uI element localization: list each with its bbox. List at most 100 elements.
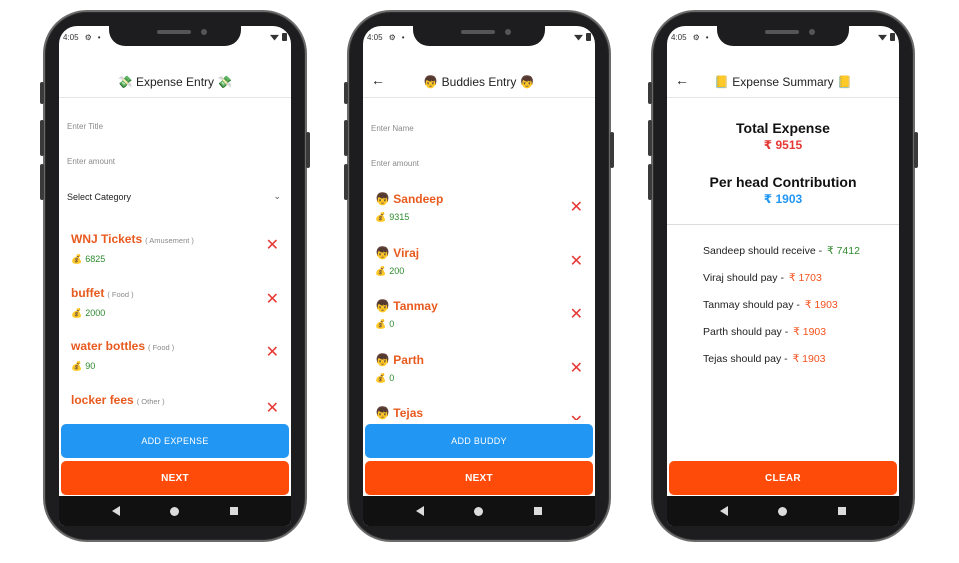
wifi-icon (270, 34, 279, 41)
expense-amount: 6825 (85, 254, 106, 264)
add-expense-button[interactable]: ADD EXPENSE (61, 424, 289, 458)
settlement-amount: ₹ 1903 (792, 353, 826, 365)
next-button[interactable]: NEXT (61, 461, 289, 495)
list-item: locker fees( Other ) ✕ (59, 383, 291, 423)
nav-back-icon[interactable] (112, 506, 121, 516)
volume-button (648, 120, 652, 156)
amount-input[interactable]: Enter amount (371, 149, 587, 179)
power-button (610, 132, 614, 168)
nav-home-icon[interactable] (778, 506, 788, 516)
money-bag-icon: 💰 (375, 319, 387, 329)
settings-icon: ⚙ (692, 32, 700, 42)
add-buddy-button[interactable]: ADD BUDDY (365, 424, 593, 458)
battery-icon (890, 33, 895, 41)
nav-recents-icon[interactable] (229, 507, 238, 515)
delete-icon[interactable]: ✕ (266, 238, 279, 254)
buddy-amount: 0 (389, 319, 395, 329)
buddy-name: 👦 Tanmay (375, 299, 438, 313)
total-expense-block: Total Expense ₹ 9515 (667, 120, 899, 152)
name-input[interactable]: Enter Name (371, 114, 587, 144)
expense-category: ( Amusement ) (145, 236, 194, 245)
volume-button (40, 164, 44, 200)
money-bag-icon: 💰 (375, 372, 387, 383)
nav-home-icon[interactable] (474, 506, 484, 516)
back-arrow-icon[interactable]: ← (371, 72, 385, 88)
settlement-amount: ₹ 7412 (827, 245, 860, 257)
expense-title: water bottles (71, 339, 146, 353)
expense-category: ( Food ) (148, 343, 175, 352)
app-bar: 💸 Expense Entry 💸 (59, 72, 291, 98)
list-item: 👦 Tejas ✕ (363, 398, 595, 420)
volume-button (40, 120, 44, 156)
settlement-row: Sandeep should receive - ₹ 7412 (703, 245, 899, 257)
list-item: water bottles( Food ) 💰 90 ✕ (59, 329, 291, 383)
status-time: 4:05 (671, 32, 687, 42)
delete-icon[interactable]: ✕ (570, 200, 583, 216)
amount-input[interactable]: Enter amount (67, 147, 283, 177)
phone-expense-summary: 4:05 ⚙ • ← 📒 Expense Summary 📒 Total Exp… (648, 10, 918, 542)
next-button[interactable]: NEXT (365, 461, 593, 495)
delete-icon[interactable]: ✕ (266, 291, 279, 308)
settlement-amount: ₹ 1903 (804, 299, 838, 311)
app-bar: ← 📒 Expense Summary 📒 (667, 72, 899, 98)
total-expense-value: ₹ 9515 (763, 138, 803, 152)
expense-category: ( Food ) (107, 289, 134, 299)
list-item: 👦 Tanmay 💰 0 ✕ (363, 291, 595, 345)
settlement-text: Tanmay should pay - (703, 299, 803, 311)
notification-dot-icon: • (401, 32, 405, 42)
page-title: 👦 Buddies Entry 👦 (423, 74, 535, 89)
settings-icon: ⚙ (388, 32, 396, 42)
settlement-row: Parth should pay - ₹ 1903 (703, 326, 899, 338)
nav-home-icon[interactable] (170, 506, 180, 516)
nav-back-icon[interactable] (416, 506, 425, 516)
notification-dot-icon: • (705, 32, 709, 42)
delete-icon[interactable]: ✕ (570, 307, 583, 323)
list-item: 👦 Sandeep 💰 9315 ✕ (363, 184, 595, 238)
screen-expense-entry: 4:05 ⚙ • 💸 Expense Entry 💸 Enter Title E… (59, 26, 291, 526)
nav-back-icon[interactable] (720, 506, 729, 516)
expense-title: WNJ Tickets (71, 232, 143, 246)
category-select-label: Select Category (67, 192, 132, 202)
settings-icon: ⚙ (84, 32, 92, 42)
volume-button (40, 82, 44, 104)
settlement-row: Viraj should pay - ₹ 1703 (703, 272, 899, 284)
volume-button (344, 82, 348, 104)
money-bag-icon: 💰 (71, 361, 83, 371)
expense-title: locker fees (71, 392, 134, 407)
delete-icon[interactable]: ✕ (266, 345, 279, 361)
page-title: 📒 Expense Summary 📒 (714, 74, 852, 89)
screen-expense-summary: 4:05 ⚙ • ← 📒 Expense Summary 📒 Total Exp… (667, 26, 899, 526)
nav-recents-icon[interactable] (837, 507, 846, 515)
buddy-list[interactable]: 👦 Sandeep 💰 9315 ✕ 👦 Viraj 💰 200 ✕ 👦 Tanma… (363, 184, 595, 420)
nav-bar (363, 496, 595, 526)
nav-recents-icon[interactable] (533, 507, 542, 515)
delete-icon[interactable]: ✕ (570, 360, 583, 377)
expense-amount: 90 (85, 361, 96, 371)
expense-category: ( Other ) (136, 396, 165, 406)
settlement-row: Tejas should pay - ₹ 1903 (703, 353, 899, 365)
delete-icon[interactable]: ✕ (266, 400, 279, 417)
settlement-row: Tanmay should pay - ₹ 1903 (703, 299, 899, 311)
list-item: 👦 Parth 💰 0 ✕ (363, 345, 595, 399)
buddy-name: 👦 Tejas (375, 406, 424, 420)
delete-icon[interactable]: ✕ (570, 414, 583, 421)
back-arrow-icon[interactable]: ← (675, 72, 689, 88)
per-head-block: Per head Contribution ₹ 1903 (667, 174, 899, 206)
page-title: 💸 Expense Entry 💸 (117, 74, 233, 89)
expense-list[interactable]: WNJ Tickets( Amusement ) 💰 6825 ✕ buffet(… (59, 222, 291, 422)
battery-icon (586, 33, 591, 41)
category-select[interactable]: Select Category ⌄ (67, 182, 283, 212)
delete-icon[interactable]: ✕ (570, 253, 583, 270)
buddy-amount: 9315 (389, 212, 410, 222)
money-bag-icon: 💰 (375, 212, 387, 222)
settlement-text: Sandeep should receive - (703, 245, 825, 257)
title-input[interactable]: Enter Title (67, 112, 283, 142)
nav-bar (667, 496, 899, 526)
clear-button[interactable]: CLEAR (669, 461, 897, 495)
expense-title: buffet (71, 285, 105, 300)
buddy-name: 👦 Parth (375, 352, 424, 367)
volume-button (344, 164, 348, 200)
power-button (914, 132, 918, 168)
power-button (306, 132, 310, 168)
settlement-text: Parth should pay - (703, 326, 792, 338)
